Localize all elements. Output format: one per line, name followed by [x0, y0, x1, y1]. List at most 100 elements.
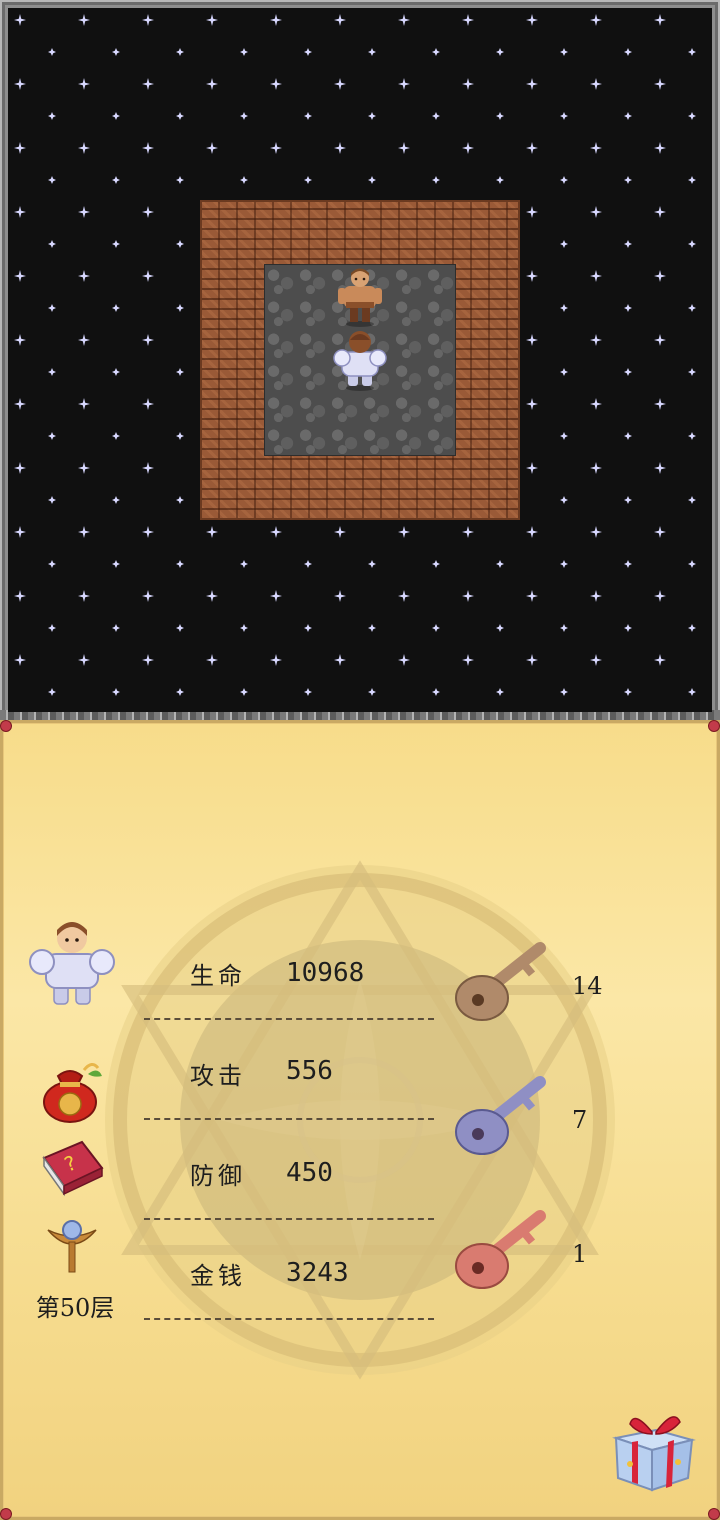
star-icon: [432, 688, 440, 696]
star-icon: [590, 78, 602, 90]
corner-gem: [708, 1508, 720, 1520]
star-icon: [14, 78, 26, 90]
star-icon: [624, 368, 632, 376]
star-icon: [654, 398, 666, 410]
star-icon: [560, 560, 568, 568]
star-icon: [112, 432, 120, 440]
star-icon: [560, 112, 568, 120]
star-icon: [654, 590, 666, 602]
star-icon: [142, 14, 154, 26]
star-icon: [14, 590, 26, 602]
star-icon: [654, 14, 666, 26]
star-icon: [462, 142, 474, 154]
star-icon: [206, 654, 218, 666]
red-key-count: 1: [572, 1240, 588, 1268]
gold-value: 3243: [286, 1258, 349, 1288]
star-icon: [688, 432, 696, 440]
star-icon: [368, 48, 376, 56]
star-icon: [142, 526, 154, 538]
star-icon: [14, 398, 26, 410]
star-icon: [462, 14, 474, 26]
hero-sprite[interactable]: [328, 328, 392, 392]
star-icon: [526, 142, 538, 154]
npc-warrior-sprite[interactable]: [328, 264, 392, 328]
fly-staff-icon[interactable]: [42, 1214, 102, 1274]
star-icon: [14, 206, 26, 218]
star-icon: [304, 48, 312, 56]
star-icon: [78, 78, 90, 90]
star-icon: [240, 112, 248, 120]
star-icon: [560, 432, 568, 440]
star-icon: [112, 688, 120, 696]
star-icon: [142, 270, 154, 282]
star-icon: [334, 526, 346, 538]
star-icon: [496, 688, 504, 696]
star-icon: [176, 688, 184, 696]
star-icon: [78, 654, 90, 666]
corner-gem: [708, 720, 720, 732]
gold-label: 金钱: [190, 1262, 246, 1290]
star-icon: [368, 560, 376, 568]
star-icon: [206, 14, 218, 26]
star-icon: [270, 590, 282, 602]
star-icon: [496, 112, 504, 120]
monster-book-icon[interactable]: ?: [38, 1138, 106, 1198]
star-icon: [78, 14, 90, 26]
stat-divider: [144, 1318, 434, 1320]
star-icon: [526, 78, 538, 90]
star-icon: [176, 240, 184, 248]
star-icon: [334, 142, 346, 154]
star-icon: [142, 398, 154, 410]
star-icon: [368, 176, 376, 184]
star-icon: [334, 654, 346, 666]
star-icon: [590, 142, 602, 154]
star-icon: [142, 78, 154, 90]
star-icon: [304, 112, 312, 120]
star-icon: [48, 560, 56, 568]
star-icon: [142, 654, 154, 666]
defense-label: 防御: [190, 1162, 246, 1190]
star-icon: [142, 590, 154, 602]
star-icon: [462, 654, 474, 666]
star-icon: [560, 304, 568, 312]
star-icon: [624, 688, 632, 696]
star-icon: [176, 368, 184, 376]
star-icon: [654, 526, 666, 538]
floor-label: 第50层: [35, 1294, 115, 1322]
star-icon: [176, 48, 184, 56]
lucky-bag-icon[interactable]: [38, 1058, 106, 1126]
star-icon: [526, 334, 538, 346]
star-icon: [624, 48, 632, 56]
star-icon: [654, 270, 666, 282]
gift-box-icon[interactable]: [608, 1404, 698, 1494]
star-icon: [398, 78, 410, 90]
star-icon: [270, 654, 282, 666]
star-icon: [142, 142, 154, 154]
star-icon: [176, 112, 184, 120]
star-icon: [142, 206, 154, 218]
game-map[interactable]: [8, 8, 712, 712]
star-icon: [688, 496, 696, 504]
star-icon: [526, 654, 538, 666]
star-icon: [304, 560, 312, 568]
red-key-icon: [455, 1210, 546, 1289]
yellow-key-icon: [455, 942, 546, 1021]
star-icon: [48, 176, 56, 184]
hp-label: 生命: [190, 962, 246, 990]
map-frame: [0, 0, 720, 720]
star-icon: [176, 432, 184, 440]
star-icon: [304, 176, 312, 184]
star-icon: [560, 624, 568, 632]
star-icon: [78, 142, 90, 154]
star-icon: [368, 624, 376, 632]
star-icon: [590, 14, 602, 26]
star-icon: [398, 142, 410, 154]
star-icon: [142, 334, 154, 346]
star-icon: [462, 78, 474, 90]
star-icon: [112, 240, 120, 248]
star-icon: [560, 496, 568, 504]
star-icon: [526, 14, 538, 26]
star-icon: [334, 78, 346, 90]
star-icon: [398, 590, 410, 602]
attack-label: 攻击: [190, 1062, 246, 1090]
